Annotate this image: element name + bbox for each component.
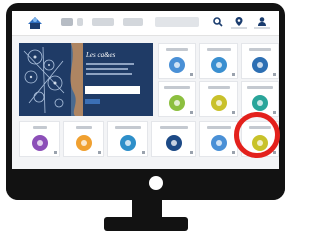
tile-label <box>247 86 273 89</box>
hero-text-line <box>86 73 132 75</box>
tile-corner-mark <box>232 73 235 76</box>
tile-corner-mark <box>232 151 235 154</box>
tile-label <box>207 86 230 89</box>
tile-r3-c3[interactable] <box>107 121 148 157</box>
nav-item-3[interactable] <box>92 18 114 26</box>
highlight-circle <box>234 112 280 158</box>
monitor-stand-base <box>104 217 188 231</box>
tile-label <box>249 48 271 51</box>
service-icon <box>210 135 227 151</box>
service-icon <box>165 135 182 151</box>
tile-corner-mark <box>232 111 235 114</box>
desktop-monitor-illustration: Les ca&es <box>0 0 291 241</box>
tile-label <box>206 126 231 129</box>
tile-label <box>159 126 188 129</box>
user-icon[interactable] <box>254 16 270 29</box>
nav-item-2[interactable] <box>77 18 83 26</box>
tile-label <box>32 126 47 129</box>
service-icon <box>210 57 227 73</box>
hero-search-input[interactable] <box>85 86 140 94</box>
tile-corner-mark <box>54 151 57 154</box>
monitor-chin <box>6 171 285 200</box>
hero-text-line <box>86 63 134 65</box>
service-icon <box>169 95 185 111</box>
tile-label <box>114 126 141 129</box>
home-logo-icon[interactable] <box>26 14 44 30</box>
tile-r2-c1[interactable] <box>158 81 196 117</box>
service-icon <box>252 57 268 73</box>
site-header <box>12 11 279 36</box>
service-icon <box>75 135 92 151</box>
tile-corner-mark <box>190 73 193 76</box>
service-icon <box>31 135 48 151</box>
tile-r1-c2[interactable] <box>199 43 238 79</box>
service-icon <box>252 95 268 111</box>
nav-item-4[interactable] <box>123 18 143 26</box>
nav-item-1[interactable] <box>61 18 73 26</box>
hero-title: Les ca&es <box>86 51 116 59</box>
hero-text-line <box>86 68 128 70</box>
tile-r1-c3[interactable] <box>241 43 279 79</box>
tile-label <box>166 48 188 51</box>
tile-corner-mark <box>273 111 276 114</box>
tile-r3-c2[interactable] <box>63 121 104 157</box>
tile-label <box>206 48 231 51</box>
tile-corner-mark <box>273 151 276 154</box>
service-icon <box>169 57 185 73</box>
nav-item-5[interactable] <box>155 17 199 27</box>
tile-label <box>75 126 92 129</box>
hero-banner: Les ca&es <box>19 43 153 116</box>
tile-corner-mark <box>273 73 276 76</box>
service-icon <box>119 135 136 151</box>
tile-corner-mark <box>190 151 193 154</box>
power-button-icon <box>149 176 163 190</box>
tile-corner-mark <box>142 151 145 154</box>
hero-search-button[interactable] <box>85 99 100 104</box>
tile-r3-c4[interactable] <box>151 121 196 157</box>
search-icon[interactable] <box>213 16 223 28</box>
service-icon <box>210 95 227 111</box>
location-pin-icon[interactable] <box>231 16 247 29</box>
tile-corner-mark <box>98 151 101 154</box>
tile-r2-c2[interactable] <box>199 81 238 117</box>
tile-r3-c1[interactable] <box>19 121 60 157</box>
tile-r3-c5[interactable] <box>199 121 238 157</box>
tile-r1-c1[interactable] <box>158 43 196 79</box>
tile-corner-mark <box>190 111 193 114</box>
tile-label <box>164 86 190 89</box>
